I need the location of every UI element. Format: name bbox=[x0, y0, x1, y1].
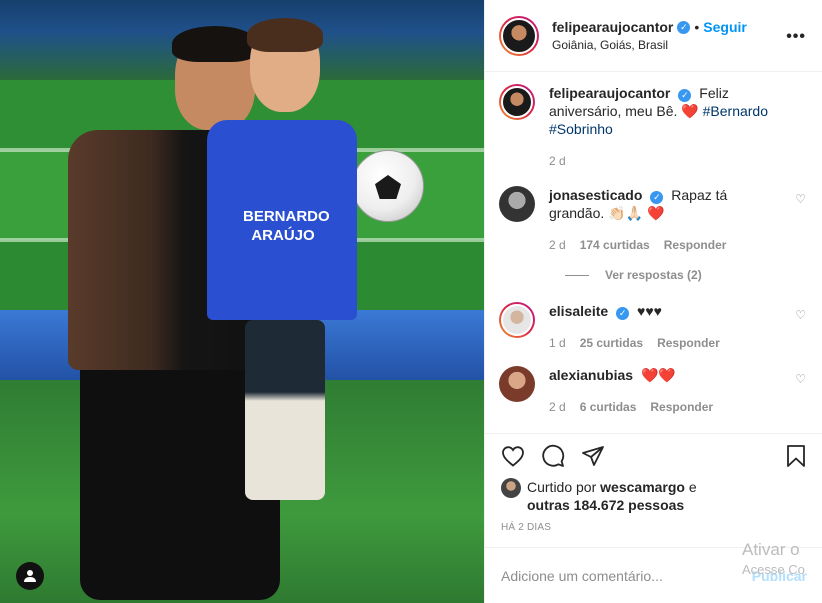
author-avatar[interactable] bbox=[499, 15, 539, 56]
caption: felipearaujocantor ✓ Feliz aniversário, m… bbox=[499, 84, 806, 170]
comment-item: alexianubias ❤️❤️ 2 d 6 curtidas Respond… bbox=[499, 366, 806, 416]
post-header: felipearaujocantor ✓ • Seguir Goiânia, G… bbox=[485, 0, 822, 72]
soccer-ball bbox=[352, 150, 424, 222]
post-date[interactable]: HÁ 2 DIAS bbox=[485, 522, 822, 533]
comment-text: ♥♥♥ bbox=[637, 303, 662, 319]
heart-icon[interactable] bbox=[501, 444, 525, 468]
likes-others[interactable]: outras 184.672 pessoas bbox=[527, 497, 684, 513]
post-photo[interactable]: BERNARDO ARAÚJO bbox=[0, 0, 484, 603]
author-username[interactable]: felipearaujocantor bbox=[552, 19, 673, 35]
commenter-avatar[interactable] bbox=[499, 186, 535, 222]
separator-dot: • bbox=[694, 19, 700, 35]
commenter-username[interactable]: jonasesticado bbox=[549, 187, 642, 203]
liker-username[interactable]: wescamargo bbox=[600, 479, 685, 495]
caption-avatar[interactable] bbox=[499, 84, 535, 120]
bookmark-icon[interactable] bbox=[784, 444, 808, 468]
red-heart-emoji: ❤️ bbox=[646, 205, 665, 221]
replies-divider bbox=[565, 274, 589, 276]
more-options-icon[interactable]: ••• bbox=[786, 28, 806, 46]
comment-item: jonasesticado ✓ Rapaz tá grandão. 👏🏻🙏🏻 ❤️… bbox=[499, 186, 806, 254]
commenter-avatar[interactable] bbox=[499, 366, 535, 402]
comment-icon[interactable] bbox=[541, 444, 565, 468]
shirt-lettering: BERNARDO ARAÚJO bbox=[243, 208, 330, 244]
comment-time[interactable]: 2 d bbox=[549, 236, 566, 254]
comments-list[interactable]: felipearaujocantor ✓ Feliz aniversário, m… bbox=[485, 72, 822, 434]
comment-likes[interactable]: 174 curtidas bbox=[580, 236, 650, 254]
likes-summary: Curtido por wescamargo e outras 184.672 … bbox=[485, 478, 822, 514]
comment-likes[interactable]: 25 curtidas bbox=[580, 334, 643, 352]
add-comment-bar: Publicar bbox=[485, 547, 822, 603]
verified-badge-icon: ✓ bbox=[650, 191, 664, 204]
reply-button[interactable]: Responder bbox=[664, 236, 727, 254]
comment-item: elisaleite ✓ ♥♥♥ 1 d 25 curtidas Responde… bbox=[499, 302, 806, 352]
comment-time[interactable]: 2 d bbox=[549, 398, 566, 416]
verified-badge-icon: ✓ bbox=[677, 20, 691, 34]
comment-input[interactable] bbox=[501, 567, 721, 584]
comment-time[interactable]: 1 d bbox=[549, 334, 566, 352]
red-heart-emoji: ❤️❤️ bbox=[640, 367, 676, 383]
commenter-username[interactable]: alexianubias bbox=[549, 367, 633, 383]
view-replies-button[interactable]: Ver respostas (2) bbox=[565, 268, 806, 282]
red-heart-emoji: ❤️ bbox=[681, 103, 699, 119]
commenter-username[interactable]: elisaleite bbox=[549, 303, 608, 319]
photo-child bbox=[205, 18, 357, 500]
caption-username[interactable]: felipearaujocantor bbox=[549, 85, 670, 101]
follow-button[interactable]: Seguir bbox=[703, 19, 747, 35]
caption-time[interactable]: 2 d bbox=[549, 152, 566, 170]
comment-likes[interactable]: 6 curtidas bbox=[580, 398, 637, 416]
likes-prefix: Curtido por bbox=[527, 479, 597, 495]
view-replies-label: Ver respostas (2) bbox=[605, 268, 702, 282]
verified-badge-icon: ✓ bbox=[616, 307, 630, 320]
share-icon[interactable] bbox=[581, 444, 605, 468]
heart-icon[interactable]: ♡ bbox=[795, 192, 806, 206]
reply-button[interactable]: Responder bbox=[657, 334, 720, 352]
post-location[interactable]: Goiânia, Goiás, Brasil bbox=[552, 38, 747, 52]
liker-avatar[interactable] bbox=[501, 478, 521, 498]
publish-button[interactable]: Publicar bbox=[752, 568, 807, 584]
commenter-avatar[interactable] bbox=[499, 302, 535, 338]
user-tag-icon[interactable] bbox=[16, 562, 44, 590]
likes-middle: e bbox=[688, 479, 697, 495]
reply-button[interactable]: Responder bbox=[650, 398, 713, 416]
post-sidebar: felipearaujocantor ✓ • Seguir Goiânia, G… bbox=[484, 0, 822, 603]
heart-icon[interactable]: ♡ bbox=[795, 372, 806, 386]
verified-badge-icon: ✓ bbox=[678, 89, 692, 102]
heart-icon[interactable]: ♡ bbox=[795, 308, 806, 322]
comment-emojis: 👏🏻🙏🏻 bbox=[608, 205, 644, 221]
post-actions bbox=[485, 434, 822, 478]
